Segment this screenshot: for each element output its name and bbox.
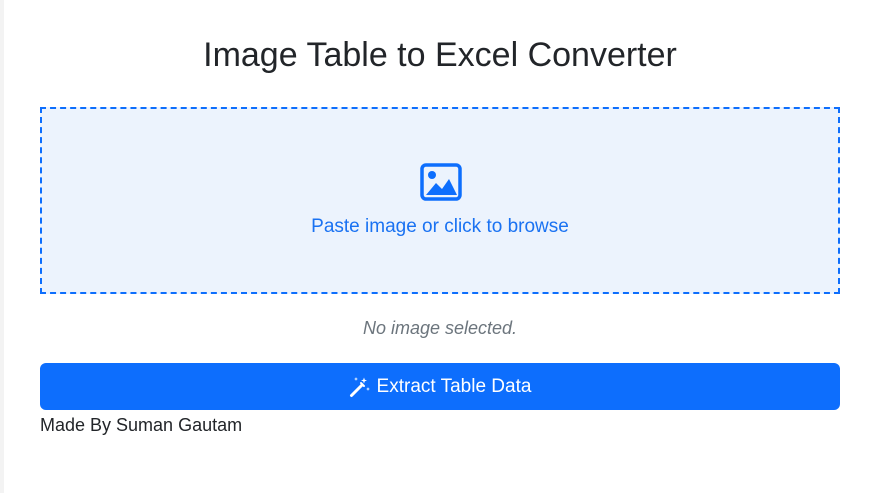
- left-edge-border: [0, 0, 4, 493]
- extract-table-data-button[interactable]: Extract Table Data: [40, 363, 840, 410]
- extract-button-label: Extract Table Data: [376, 375, 532, 397]
- footer-credit: Made By Suman Gautam: [40, 415, 243, 435]
- page: Image Table to Excel Converter Paste ima…: [0, 0, 875, 493]
- dropzone-label: Paste image or click to browse: [311, 216, 569, 237]
- image-icon: [420, 163, 462, 201]
- image-dropzone[interactable]: Paste image or click to browse: [40, 107, 840, 294]
- page-title: Image Table to Excel Converter: [203, 36, 677, 74]
- image-status-text: No image selected.: [362, 318, 518, 338]
- magic-wand-icon: [349, 376, 370, 397]
